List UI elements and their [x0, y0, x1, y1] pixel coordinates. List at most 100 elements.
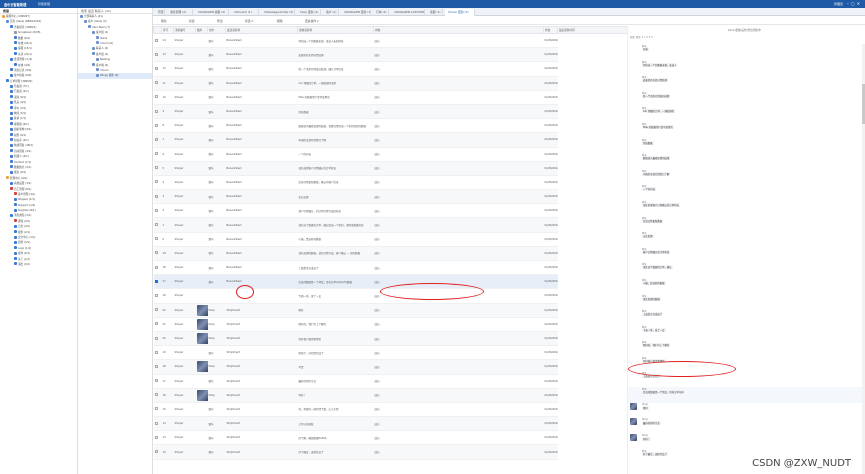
chat-message[interactable]: 赛车嗯好的，我们马上了解的: [628, 340, 865, 356]
chat-message[interactable]: Shop 你好！: [628, 433, 865, 450]
row-checkbox[interactable]: [154, 336, 158, 340]
row-checkbox-cell[interactable]: [153, 147, 162, 162]
table-row[interactable]: 16Shoper ShopStripSmart你好！成功01/06/2022 17…: [153, 388, 628, 403]
row-checkbox[interactable]: [154, 152, 158, 156]
tab-9[interactable]: VOLWAGEN CUSTOMS (2): [391, 9, 425, 16]
tab-8[interactable]: 订单 (2): [373, 9, 389, 16]
row-checkbox-cell[interactable]: [153, 359, 162, 375]
row-checkbox[interactable]: [154, 435, 158, 439]
chat-message[interactable]: 赛车中国的全部已经是已了解: [628, 169, 865, 185]
row-checkbox-cell[interactable]: [153, 416, 162, 432]
row-checkbox-cell[interactable]: [153, 217, 162, 233]
row-checkbox-cell[interactable]: [153, 90, 162, 105]
tab-2[interactable]: VOLWAGEN 客服 (2): [195, 9, 229, 16]
table-row[interactable]: 17 Shoper 赛车 StripSmart 最好的你的专业 成功 01/06/2022 …: [153, 374, 628, 389]
row-checkbox[interactable]: [154, 421, 158, 425]
row-checkbox-cell[interactable]: [153, 345, 162, 361]
column-header[interactable]: 最后更新时间: [557, 26, 627, 34]
table-row[interactable]: 7 Shoper 赛车 BanersTeam 中国的全部已经是已了解 成功 01/06/20…: [153, 132, 628, 148]
row-checkbox[interactable]: [154, 81, 158, 85]
row-checkbox[interactable]: [154, 407, 158, 411]
chat-toolbar[interactable]: 刷新 搜索 1 2 3 4 5: [630, 35, 865, 43]
tab-5[interactable]: Shop 更新 (2): [297, 9, 321, 16]
column-header[interactable]: 用户: [207, 26, 226, 34]
toolbar-button[interactable]: 筛选 ▾: [245, 18, 253, 24]
tab-10[interactable]: 客服 (1): [427, 9, 443, 16]
table-row[interactable]: 13 Shoper 赛车 BanersTeam 表面带的东西已经处理 成功 01/06/20…: [153, 47, 628, 63]
toolbar-button[interactable]: 删除: [277, 18, 283, 24]
table-row[interactable]: 8 Shoper 赛车 BanersTeam 数据显示最终处理的结果，查看已经添加一个新…: [153, 118, 628, 134]
chat-message[interactable]: 赛车正在处理: [628, 231, 865, 247]
table-row[interactable]: 6Shoper 赛车BanersTeam一个的内容成功01/06/2022 17:…: [153, 147, 628, 162]
table-row[interactable]: 1 Shoper 赛车 BanersTeam 请在这个数据的订单，确认给出一个新的，请检…: [153, 217, 628, 233]
row-checkbox[interactable]: [154, 166, 158, 170]
row-checkbox[interactable]: [154, 123, 158, 127]
chat-message[interactable]: 赛车Map 的数据用户是可使用的: [628, 122, 865, 138]
chat-message[interactable]: 赛车你的这一个的数据来源。发送人: [628, 60, 865, 76]
chat-message[interactable]: 赛车开始: [628, 44, 865, 60]
row-checkbox[interactable]: [154, 265, 158, 269]
table-row[interactable]: 19 Shoper 赛车 StripSmart 而现了，好已经完成了 成功 01/06/20…: [153, 345, 628, 361]
column-header[interactable]: 图片: [195, 26, 208, 34]
chat-message[interactable]: 赛车消息数据: [628, 138, 865, 154]
toolbar-button[interactable]: 新建: [189, 18, 195, 24]
tab-0[interactable]: 首页: [155, 9, 165, 16]
column-header[interactable]: 消息编号: [173, 26, 196, 34]
chat-message[interactable]: 赛车数据显示最终处理的结果: [628, 153, 865, 169]
row-checkbox-cell[interactable]: [153, 444, 162, 460]
column-header[interactable]: 发送者名称: [225, 26, 298, 34]
row-checkbox[interactable]: [154, 52, 158, 56]
table-row[interactable]: 3Shoper 赛车BanersTeam正在处理成功01/06/2022 17:4…: [153, 189, 628, 205]
chat-message[interactable]: 赛车请在处理客户已经确认的订单状态: [628, 200, 865, 216]
column-header[interactable]: 内容: [373, 26, 544, 34]
row-checkbox[interactable]: [154, 180, 158, 184]
column-header[interactable]: 接收者名称: [297, 26, 374, 34]
row-checkbox-cell[interactable]: [153, 33, 162, 49]
toolbar-button[interactable]: 更多操作 ▾: [305, 18, 318, 24]
contact-node[interactable]: Wings 更新 (0): [78, 73, 152, 79]
toolbar-button[interactable]: 导出: [217, 18, 223, 24]
row-checkbox-cell[interactable]: [153, 76, 162, 91]
table-row[interactable]: 2 Shoper 赛车 BanersTeam 客户已经确认，的订单已经完成的状态 成功 01…: [153, 203, 628, 219]
row-checkbox-cell[interactable]: [153, 274, 162, 290]
tab-6[interactable]: 客户 (1): [323, 9, 339, 16]
table-row[interactable]: 4 Shoper 赛车 BanersTeam 信息已经更新数据，确认的客户信息 成功 01/…: [153, 175, 628, 191]
table-row[interactable]: 18 Shoper 赛车 BanersTeam 上面是正在发送了 成功 01/06/2022…: [153, 260, 628, 276]
chat-message[interactable]: 赛车下面一条，发了一会: [628, 325, 865, 341]
tab-7[interactable]: VOLWAGEN 更新 (3): [341, 9, 371, 16]
table-row[interactable]: 0 Shoper 赛车 BanersTeam 小猫，是这些的数据 成功 01/06/2022…: [153, 232, 628, 247]
row-checkbox-cell[interactable]: [153, 288, 162, 304]
row-checkbox-cell[interactable]: [153, 232, 162, 247]
table-row[interactable]: 10 Shoper 赛车 BanersTeam Map 的数据用户是可使用的 成功 01/0…: [153, 90, 628, 105]
chat-message[interactable]: 赛车小猫，是这些的数据: [628, 278, 865, 294]
row-checkbox[interactable]: [154, 350, 158, 354]
column-header[interactable]: 状态: [543, 26, 558, 34]
row-checkbox-cell[interactable]: [153, 175, 162, 191]
tab-11[interactable]: Vroom 更新 (3): [445, 9, 475, 16]
chat-message[interactable]: 赛车上面是正在发送了: [628, 309, 865, 325]
row-checkbox-cell[interactable]: [153, 118, 162, 134]
user-name[interactable]: 管理员: [834, 2, 843, 6]
chat-message[interactable]: 赛车请在这个数据的订单，确认: [628, 262, 865, 278]
chat-message[interactable]: Shop 最好的你的专业: [628, 418, 865, 434]
row-checkbox[interactable]: [154, 379, 158, 383]
column-header[interactable]: [153, 26, 162, 34]
row-checkbox-cell[interactable]: [153, 402, 162, 418]
row-checkbox[interactable]: [154, 393, 158, 397]
row-checkbox-cell[interactable]: [153, 317, 162, 332]
table-row[interactable]: 5 Shoper 赛车 BanersTeam 请在处理客户已经确认的订单状态 成功 01/0…: [153, 161, 628, 176]
row-checkbox-cell[interactable]: [153, 104, 162, 120]
chat-message[interactable]: Shop 嗯好: [628, 402, 865, 419]
table-row[interactable]: 22Shoper ShopStripSmart嗯好成功01/06/2022 17:…: [153, 303, 628, 318]
row-checkbox-cell[interactable]: [153, 303, 162, 318]
table-row[interactable]: 9Shoper 赛车BanersTeam消息数据成功01/06/2022 17:4…: [153, 104, 628, 120]
window-controls[interactable]: –▢✕: [847, 1, 862, 6]
chat-message[interactable]: 赛车请在处理的数据: [628, 294, 865, 310]
row-checkbox[interactable]: [154, 194, 158, 198]
row-checkbox-cell[interactable]: [153, 388, 162, 403]
table-row[interactable]: 12 Shoper 赛车 StripSmart 好了确定，选择作品了 成功 01/06/20…: [153, 444, 628, 460]
row-checkbox-cell[interactable]: [153, 161, 162, 176]
row-checkbox-cell[interactable]: [153, 430, 162, 446]
row-checkbox[interactable]: [154, 308, 158, 312]
tree-node[interactable]: 退出 (0/1): [0, 262, 77, 267]
